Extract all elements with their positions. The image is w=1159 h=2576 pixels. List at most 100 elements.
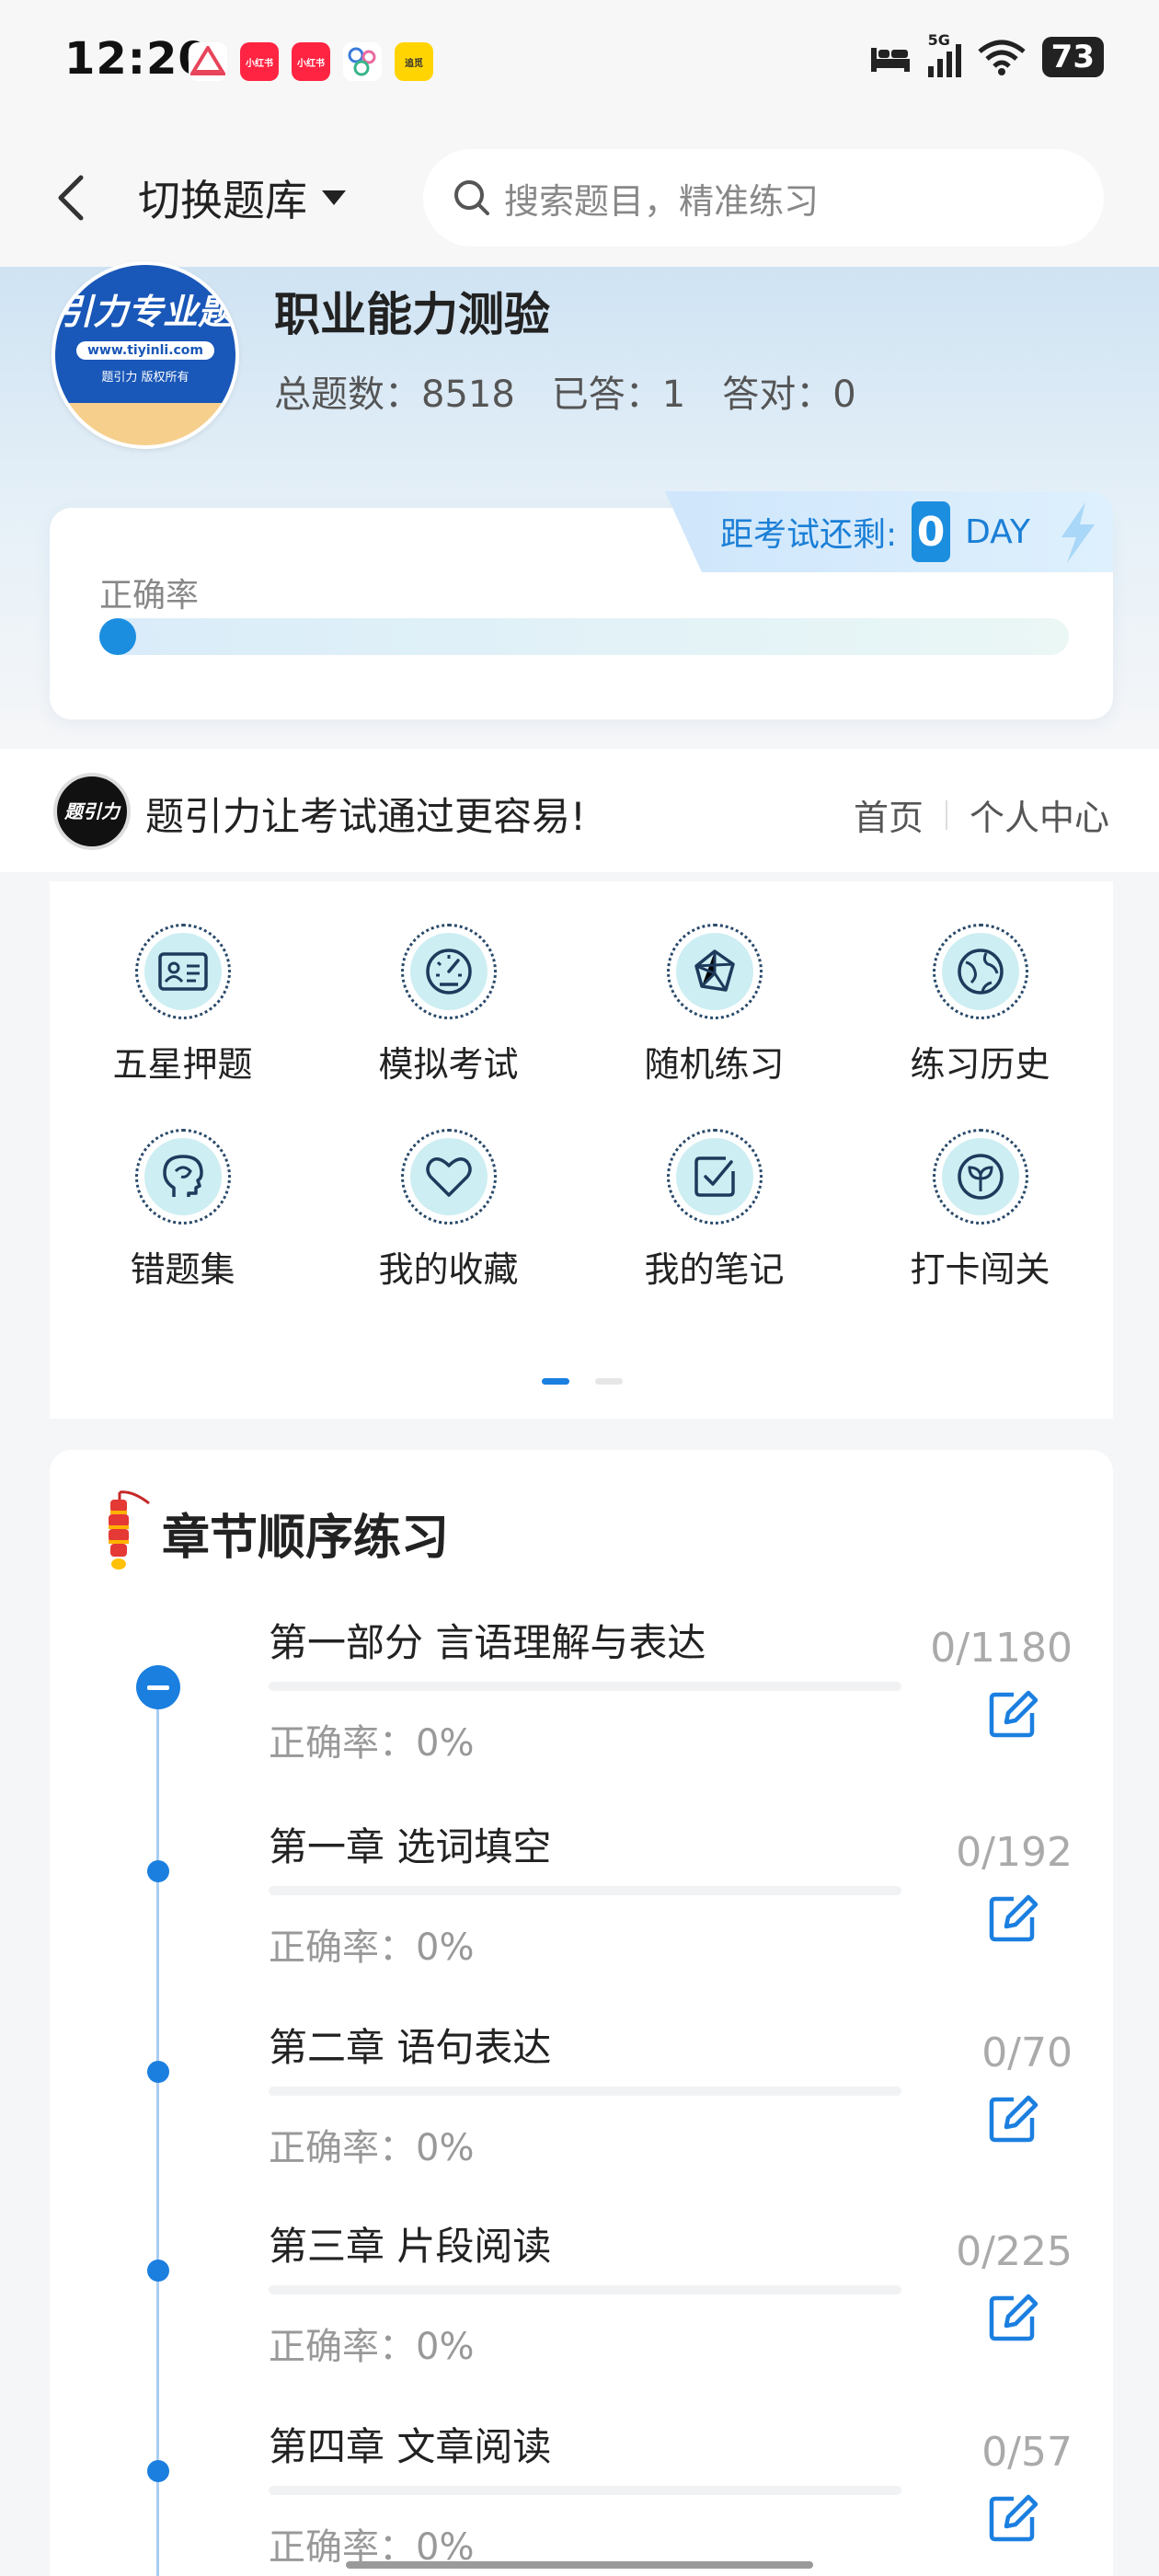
chapter-accuracy: 正确率：0% [269, 2127, 475, 2169]
function-grid: 五星押题 模拟考试 随机练习 练习历史 错题集 我的收藏 我的笔记 打卡闯关 [50, 924, 1113, 1292]
head-icon [143, 1138, 222, 1215]
search-icon [454, 180, 489, 215]
chapter-progress [269, 1682, 901, 1691]
func-label: 打卡闯关 [910, 1249, 1050, 1290]
chapter-count: 0/225 [956, 2228, 1073, 2275]
accuracy-progress [99, 618, 1069, 655]
exam-title: 职业能力测验 [274, 288, 550, 341]
timeline-dot [147, 2061, 169, 2083]
chapter-progress [269, 2486, 901, 2495]
chapter-count: 0/1180 [930, 1625, 1073, 1672]
logo-url: www.tiyinli.com [75, 341, 215, 360]
exam-hero: 引力专业题 www.tiyinli.com 题引力 版权所有 职业能力测验 总题… [0, 261, 1159, 745]
top-nav: 切换题库 搜索题目，精准练习 [0, 129, 1159, 267]
edit-icon[interactable] [982, 1890, 1041, 1949]
search-input[interactable]: 搜索题目，精准练习 [423, 149, 1104, 247]
func-check-in[interactable]: 打卡闯关 [847, 1129, 1113, 1292]
edit-icon[interactable] [982, 2490, 1041, 2548]
notification-icons: 小红书 小红书 追觅 [189, 42, 433, 81]
home-indicator[interactable] [346, 2561, 813, 2569]
chapter-item[interactable]: 第一部分 言语理解与表达 正确率：0% 0/1180 [50, 1612, 1113, 1805]
func-label: 五星押题 [112, 1044, 253, 1085]
func-favorites[interactable]: 我的收藏 [316, 1129, 581, 1292]
chapter-section-title: 章节顺序练习 [162, 1510, 450, 1566]
func-label: 错题集 [130, 1249, 235, 1290]
home-link[interactable]: 首页 [854, 789, 924, 840]
edit-icon[interactable] [982, 1685, 1041, 1744]
chapter-name: 第四章 文章阅读 [269, 2424, 552, 2469]
chapter-accuracy: 正确率：0% [269, 1722, 475, 1765]
page-dot[interactable] [595, 1378, 623, 1385]
chapter-name: 第三章 片段阅读 [269, 2224, 552, 2269]
brand-strip: 题引力 题引力让考试通过更容易! 首页 个人中心 [0, 749, 1159, 872]
wifi-icon [978, 40, 1026, 75]
chevron-left-icon [58, 175, 84, 221]
total-count: 总题数：8518 [274, 374, 515, 416]
app-triangle-icon [189, 42, 227, 81]
app-yellow-icon: 追觅 [395, 42, 433, 81]
exam-logo: 引力专业题 www.tiyinli.com 题引力 版权所有 [52, 261, 239, 449]
system-icons: 5G 73 [869, 31, 1104, 77]
chapter-item[interactable]: 第二章 语句表达 正确率：0% 0/70 [50, 2017, 1113, 2210]
switch-bank-label: 切换题库 [138, 176, 307, 225]
function-grid-card: 五星押题 模拟考试 随机练习 练习历史 错题集 我的收藏 我的笔记 打卡闯关 [50, 881, 1113, 1419]
countdown-days: 0 [912, 501, 951, 562]
func-practice-history[interactable]: 练习历史 [847, 924, 1113, 1087]
func-wrong-questions[interactable]: 错题集 [50, 1129, 316, 1292]
chapter-name: 第二章 语句表达 [269, 2025, 552, 2070]
bed-icon [870, 48, 910, 72]
func-notes[interactable]: 我的笔记 [581, 1129, 847, 1292]
battery-icon: 73 [1041, 37, 1104, 77]
answered-count: 已答：1 [551, 374, 686, 416]
firecracker-icon [109, 1490, 150, 1570]
xiaohongshu-icon: 小红书 [240, 42, 279, 81]
profile-link[interactable]: 个人中心 [970, 789, 1109, 840]
brand-logo: 题引力 [53, 773, 131, 850]
func-random-practice[interactable]: 随机练习 [581, 924, 847, 1087]
exam-countdown: 距考试还剩: 0 DAY [664, 491, 1113, 572]
exam-stats: 总题数：8518 已答：1 答对：0 [274, 364, 856, 418]
back-button[interactable] [55, 166, 110, 230]
chapter-name: 第一章 选词填空 [269, 1824, 552, 1869]
func-five-star[interactable]: 五星押题 [50, 924, 316, 1087]
edit-icon[interactable] [982, 2090, 1041, 2149]
id-card-icon [143, 933, 222, 1010]
heart-icon [409, 1138, 488, 1215]
func-mock-exam[interactable]: 模拟考试 [316, 924, 581, 1087]
countdown-label: 距考试还剩: [719, 516, 898, 554]
chapter-progress [269, 2087, 901, 2096]
search-placeholder: 搜索题目，精准练习 [504, 180, 820, 222]
link-divider [945, 799, 947, 830]
lightning-icon [1061, 502, 1095, 563]
signal-icon: 5G [927, 31, 961, 77]
logo-title: 引力专业题 [57, 292, 233, 332]
page-dot-active[interactable] [542, 1378, 569, 1385]
brand-links: 首页 个人中心 [854, 789, 1109, 840]
chapter-progress [269, 1886, 901, 1895]
chapter-header: 章节顺序练习 [99, 1487, 449, 1579]
collapse-node-icon[interactable] [136, 1665, 180, 1709]
timeline-dot [147, 2460, 169, 2482]
chapter-item[interactable]: 第四章 文章阅读 正确率：0% 0/57 [50, 2416, 1113, 2576]
edit-icon[interactable] [982, 2289, 1041, 2348]
chapter-count: 0/192 [956, 1829, 1073, 1876]
logo-copyright: 题引力 版权所有 [101, 371, 189, 385]
chapter-accuracy: 正确率：0% [269, 1926, 475, 1969]
timeline-dot [147, 2260, 169, 2282]
caret-down-icon [322, 190, 346, 205]
chapter-item[interactable]: 第三章 片段阅读 正确率：0% 0/225 [50, 2215, 1113, 2409]
chapter-practice-card: 章节顺序练习 第一部分 言语理解与表达 正确率：0% 0/1180 第一章 选词… [50, 1450, 1113, 2576]
chapter-item[interactable]: 第一章 选词填空 正确率：0% 0/192 [50, 1816, 1113, 2009]
chapter-accuracy: 正确率：0% [269, 2326, 475, 2368]
speedometer-icon [409, 933, 488, 1010]
status-bar: 12:20 小红书 小红书 追觅 5G 73 [0, 0, 1159, 129]
switch-bank-dropdown[interactable]: 切换题库 [138, 167, 348, 228]
chapter-name: 第一部分 言语理解与表达 [269, 1620, 706, 1665]
func-label: 模拟考试 [378, 1044, 519, 1085]
xiaohongshu-icon: 小红书 [292, 42, 330, 81]
chapter-progress [269, 2285, 901, 2294]
accuracy-label: 正确率 [99, 577, 200, 615]
note-check-icon [675, 1138, 753, 1215]
correct-count: 答对：0 [722, 374, 856, 416]
chapter-count: 0/70 [981, 2030, 1073, 2076]
